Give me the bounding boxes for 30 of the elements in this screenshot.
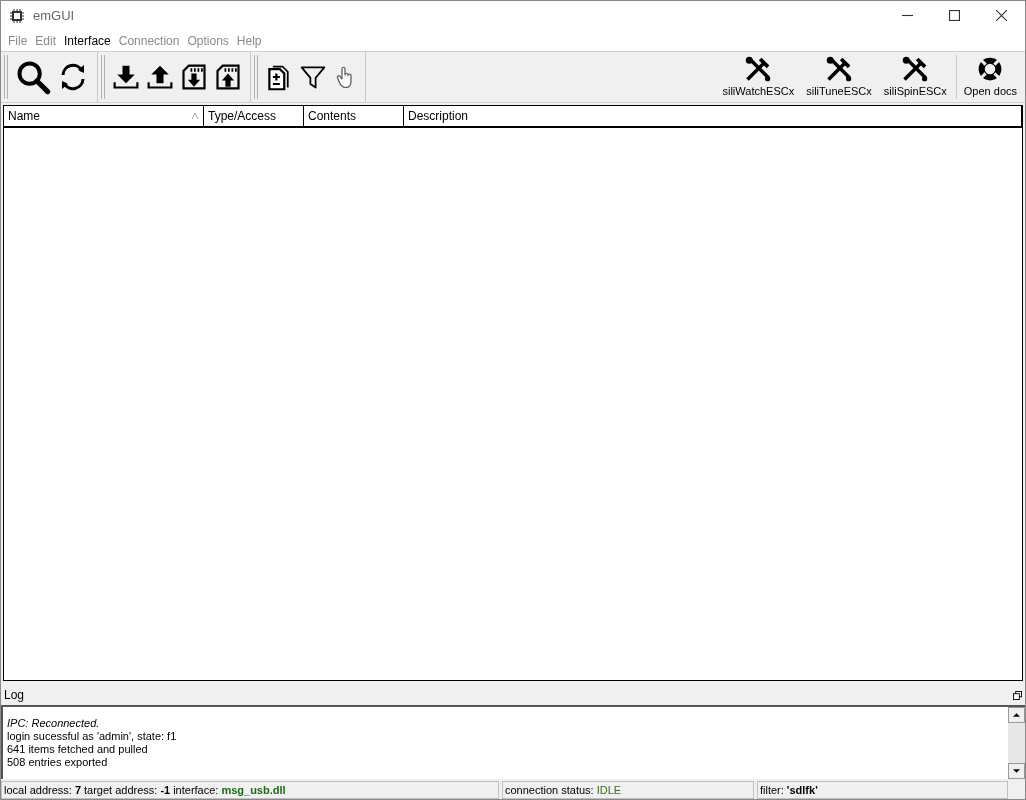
column-header[interactable]: Name [4, 105, 204, 126]
menu-item[interactable]: Interface [60, 31, 115, 50]
tool-button[interactable]: siliWatchESCx [718, 54, 799, 100]
column-header[interactable]: Contents [304, 105, 404, 126]
scroll-up-icon[interactable] [1008, 707, 1025, 724]
maximize-icon[interactable] [949, 10, 960, 22]
scrollbar[interactable] [1008, 707, 1025, 779]
column-header[interactable]: Description [404, 105, 1022, 126]
log-line: IPC: Reconnected. [7, 717, 101, 731]
window-title: emGUI [33, 7, 75, 26]
scroll-down-icon[interactable] [1008, 763, 1025, 779]
open-docs-button[interactable]: Open docs [959, 54, 1021, 100]
tools-icon [901, 54, 930, 83]
log-line: 641 items fetched and pulled [7, 743, 149, 757]
status-field: filter: 'sdlfk' [757, 781, 1008, 799]
status-field: local address: 7 target address: -1 interface: msg_usb.dll [1, 781, 499, 799]
log-line: login sucessful as 'admin', state: f1 [7, 730, 178, 744]
tools-icon [825, 54, 853, 83]
chip-icon [9, 7, 25, 24]
tool-button[interactable]: siliSpinESCx [879, 54, 951, 100]
tools-icon [744, 54, 773, 83]
log-title: Log [4, 687, 25, 705]
status-field: connection status: IDLE [502, 781, 754, 799]
restore-icon[interactable] [1013, 690, 1022, 700]
memory-card-down-icon[interactable] [180, 62, 208, 91]
column-header[interactable]: Type/Access [204, 105, 304, 126]
memory-card-up-icon[interactable] [214, 62, 242, 91]
close-icon[interactable] [996, 10, 1007, 22]
tool-button[interactable]: siliTuneESCx [802, 54, 876, 100]
log-line: 508 entries exported [7, 756, 109, 770]
